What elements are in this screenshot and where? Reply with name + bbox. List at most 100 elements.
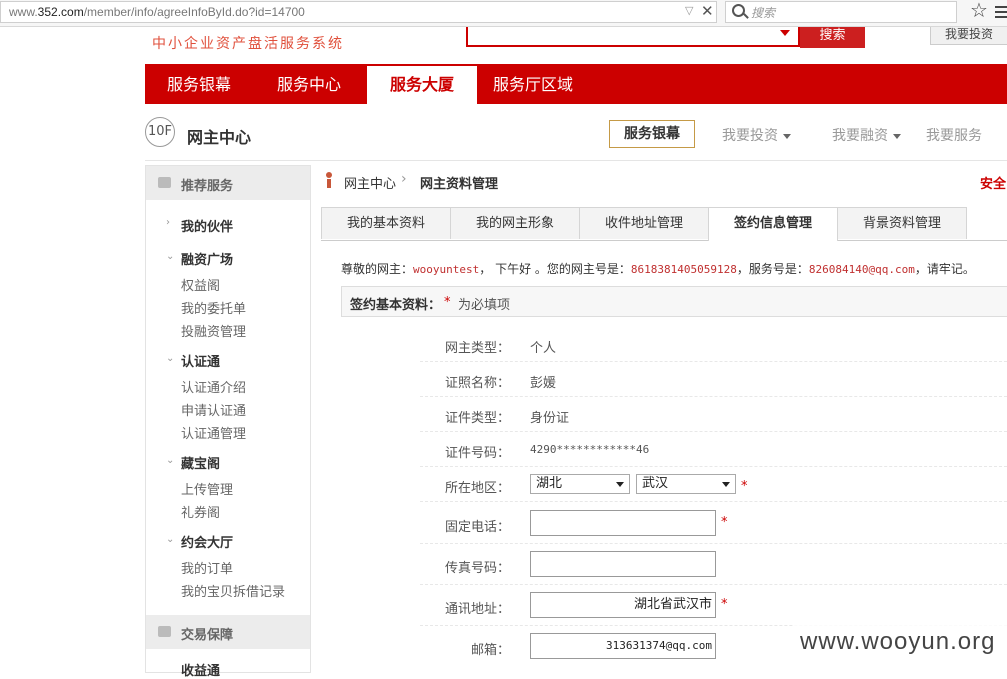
phone-label: 固定电话：	[444, 520, 510, 535]
sidebar-item[interactable]: 投融资管理	[181, 321, 246, 340]
nav-item-hall-area[interactable]: 服务厅区域	[493, 64, 573, 104]
tab-basic-info[interactable]: 我的基本资料	[321, 207, 451, 239]
invest-menu-label: 我要投资	[722, 128, 778, 144]
cert-type-label: 证件类型：	[444, 411, 510, 426]
row-divider	[420, 501, 1007, 502]
greeting-text: 尊敬的网主：wooyuntest， 下午好 。您的网主号是：8618381405…	[341, 260, 975, 277]
service-link[interactable]: 我要服务	[926, 125, 982, 145]
url-text: www.352.com/member/info/agreeInfoById.do…	[9, 5, 305, 19]
fax-label: 传真号码：	[444, 561, 510, 576]
main-nav: 服务银幕 服务中心 服务大厦 服务厅区域	[145, 64, 1007, 104]
site-search-button[interactable]: 搜索	[800, 27, 865, 48]
row-divider	[420, 466, 1007, 467]
greeting-part: ，请牢记。	[914, 262, 975, 276]
sidebar-head-recommended[interactable]: 推荐服务	[146, 166, 310, 200]
province-select[interactable]: 湖北	[530, 474, 630, 494]
sidebar-group-treasure[interactable]: 藏宝阁	[181, 453, 220, 472]
security-link[interactable]: 安全	[980, 173, 1006, 192]
close-icon[interactable]: ✕	[701, 2, 714, 20]
finance-menu-label: 我要融资	[832, 128, 888, 144]
tab-contract-info[interactable]: 签约信息管理	[708, 207, 838, 241]
chevron-down-icon	[616, 482, 624, 487]
person-icon	[326, 172, 332, 188]
bookmark-star-icon[interactable]: ☆	[970, 0, 988, 22]
breadcrumb-root[interactable]: 网主中心	[344, 173, 396, 192]
sidebar-group-partners[interactable]: 我的伙伴	[181, 216, 233, 235]
sidebar-group-cut[interactable]: 收益通	[181, 660, 220, 679]
chevron-down-icon: ⌄	[166, 353, 175, 364]
cert-type-value: 身份证	[530, 411, 570, 426]
sidebar-head-trade-protection[interactable]: 交易保障	[146, 615, 310, 649]
browser-toolbar: www.352.com/member/info/agreeInfoById.do…	[0, 0, 1007, 27]
url-domain: 352.com	[37, 5, 84, 19]
required-note: 为必填项	[458, 298, 511, 313]
sidebar-item[interactable]: 认证通介绍	[181, 377, 246, 396]
shield-icon	[158, 626, 171, 637]
sidebar-item[interactable]: 申请认证通	[181, 400, 246, 419]
address-bar[interactable]: www.352.com/member/info/agreeInfoById.do…	[0, 1, 717, 23]
search-icon	[732, 4, 745, 17]
browser-search-placeholder: 搜索	[751, 6, 776, 20]
tab-background-info[interactable]: 背景资料管理	[837, 207, 967, 239]
sidebar-item[interactable]: 我的委托单	[181, 298, 246, 317]
required-mark: *	[741, 479, 748, 494]
sidebar: 推荐服务 › 我的伙伴 ⌄ 融资广场 权益阁 我的委托单 投融资管理 ⌄ 认证通…	[145, 165, 311, 679]
service-number: 826084140@qq.com	[808, 263, 915, 276]
thumbs-up-icon	[158, 177, 171, 188]
greeting-part: ， 下午好 。您的网主号是：	[479, 262, 631, 276]
tab-owner-image[interactable]: 我的网主形象	[450, 207, 580, 239]
search-category-arrow-icon[interactable]	[780, 30, 790, 36]
required-mark: *	[721, 515, 728, 530]
greeting-part: 尊敬的网主：	[341, 262, 414, 276]
invest-button[interactable]: 我要投资	[930, 27, 1007, 45]
tab-address[interactable]: 收件地址管理	[579, 207, 709, 239]
sidebar-item[interactable]: 礼券阁	[181, 502, 220, 521]
breadcrumb-separator-icon: ›	[401, 171, 407, 187]
region-label: 所在地区：	[444, 481, 510, 496]
finance-menu[interactable]: 我要融资	[832, 125, 901, 145]
sidebar-item[interactable]: 认证通管理	[181, 423, 246, 442]
chevron-down-icon	[893, 133, 901, 139]
site-slogan: 中小企业资产盘活服务系统	[152, 35, 344, 51]
chevron-down-icon: ⌄	[166, 534, 175, 545]
address-input[interactable]: 湖北省武汉市	[530, 592, 716, 618]
owner-number: 8618381405059128	[630, 263, 737, 276]
sidebar-head-label: 交易保障	[181, 628, 234, 643]
breadcrumb-current: 网主资料管理	[420, 177, 499, 192]
invest-menu[interactable]: 我要投资	[722, 125, 791, 145]
chevron-down-icon: ⌄	[166, 251, 175, 262]
section-title: 签约基本资料：	[350, 298, 442, 313]
phone-input[interactable]	[530, 510, 716, 536]
nav-item-screen[interactable]: 服务银幕	[167, 64, 231, 104]
email-input[interactable]: 313631374@qq.com	[530, 633, 716, 659]
city-value: 武汉	[642, 476, 669, 491]
sidebar-group-dating-hall[interactable]: 约会大厅	[181, 532, 233, 551]
sidebar-item[interactable]: 权益阁	[181, 275, 220, 294]
owner-type-value: 个人	[530, 341, 557, 356]
cert-name-label: 证照名称：	[444, 376, 510, 391]
address-label: 通讯地址：	[444, 602, 510, 617]
browser-search-box[interactable]: 搜索	[725, 1, 957, 23]
sidebar-head-label: 推荐服务	[181, 179, 234, 194]
row-divider	[420, 361, 1007, 362]
url-dropdown-icon[interactable]: ▽	[685, 4, 693, 17]
site-search-input[interactable]	[466, 27, 800, 47]
nav-item-building[interactable]: 服务大厦	[367, 66, 477, 104]
cert-number-value: 4290************46	[530, 443, 650, 456]
cert-number-label: 证件号码：	[444, 446, 510, 461]
service-screen-button[interactable]: 服务银幕	[609, 120, 695, 148]
sidebar-item[interactable]: 上传管理	[181, 479, 233, 498]
fax-input[interactable]	[530, 551, 716, 577]
menu-icon[interactable]	[995, 6, 1007, 8]
divider	[145, 160, 1007, 161]
sidebar-group-certification[interactable]: 认证通	[181, 351, 220, 370]
required-mark: *	[721, 597, 728, 612]
nav-item-center[interactable]: 服务中心	[277, 64, 341, 104]
chevron-right-icon: ›	[166, 217, 170, 228]
sidebar-group-finance[interactable]: 融资广场	[181, 249, 233, 268]
required-mark: *	[444, 295, 451, 310]
sidebar-item[interactable]: 我的宝贝拆借记录	[181, 581, 285, 600]
sidebar-item[interactable]: 我的订单	[181, 558, 233, 577]
username: wooyuntest	[413, 263, 480, 276]
city-select[interactable]: 武汉	[636, 474, 736, 494]
